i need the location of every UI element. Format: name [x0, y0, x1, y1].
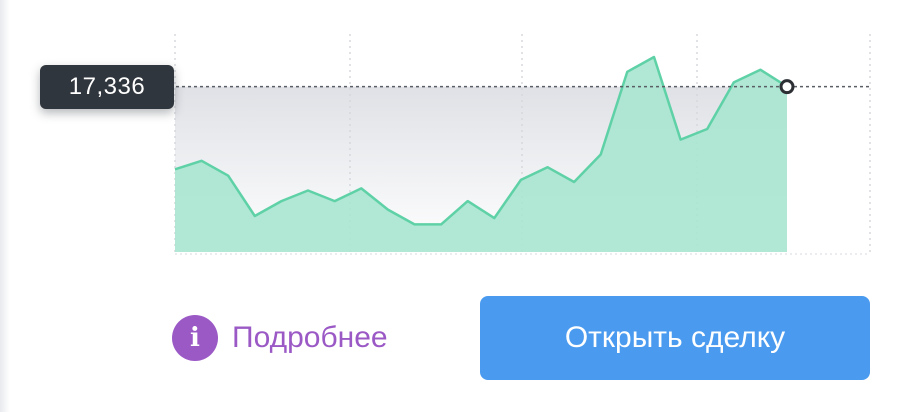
details-link[interactable]: i Подробнее — [172, 312, 388, 364]
details-label: Подробнее — [232, 321, 388, 354]
chart-svg — [170, 34, 871, 255]
price-chart: 17,336 — [0, 0, 898, 290]
info-icon: i — [172, 315, 218, 361]
open-deal-button[interactable]: Открыть сделку — [480, 296, 870, 380]
current-price-marker — [779, 79, 795, 95]
current-price-badge: 17,336 — [40, 64, 174, 109]
